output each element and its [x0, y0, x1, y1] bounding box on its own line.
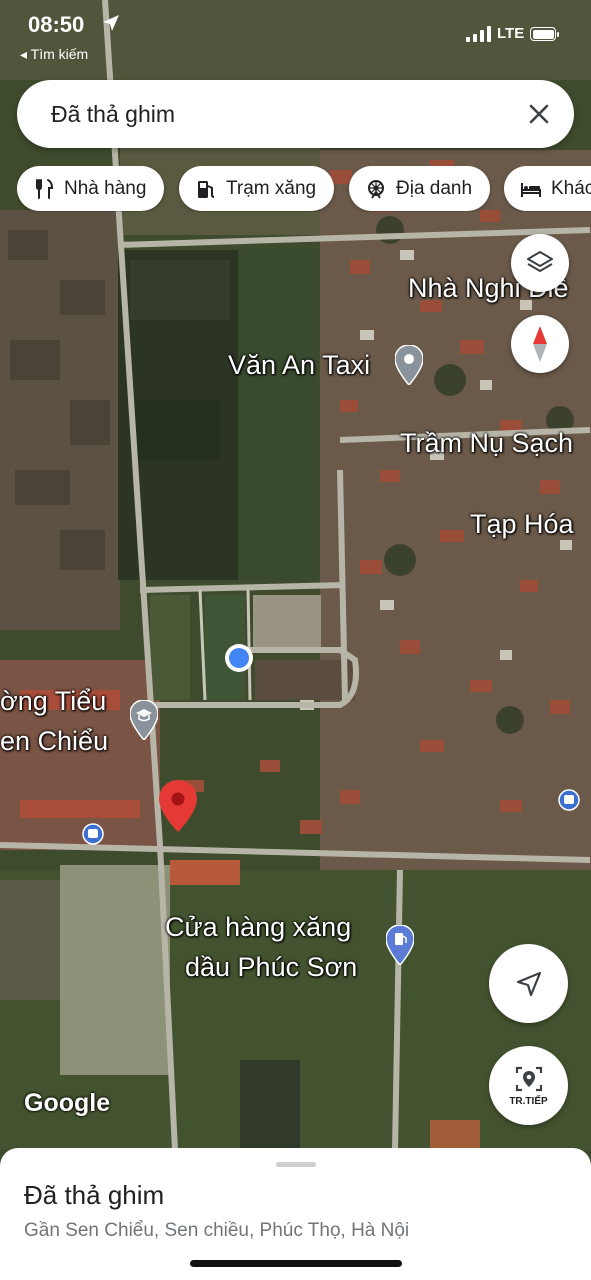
battery-icon: [530, 27, 559, 41]
google-logo: Google: [24, 1089, 111, 1117]
compass-button[interactable]: [511, 315, 569, 373]
cellular-signal-icon: [466, 26, 491, 42]
home-indicator[interactable]: [190, 1260, 402, 1267]
landmark-icon: [368, 179, 384, 199]
place-title: Đã thả ghim: [24, 1180, 165, 1210]
search-input[interactable]: Đã thả ghim: [51, 101, 175, 128]
chip-label: Khác: [551, 177, 591, 199]
location-arrow-icon: [103, 15, 119, 31]
taxi-poi-pin-icon[interactable]: [394, 344, 424, 390]
compass-icon: [533, 326, 547, 362]
map-label-truong-tieu-line1[interactable]: ờng Tiểu: [0, 686, 106, 717]
close-icon[interactable]: [524, 99, 554, 129]
live-view-button[interactable]: TR.TIẾP: [489, 1046, 568, 1125]
restaurant-icon: [36, 178, 54, 199]
category-chips: Nhà hàng Trạm xăng Địa danh Khác: [17, 166, 591, 212]
chip-label: Địa danh: [396, 177, 473, 199]
directions-button[interactable]: [489, 944, 568, 1023]
place-address: Gần Sen Chiểu, Sen chiều, Phúc Thọ, Hà N…: [24, 1220, 410, 1241]
chip-label: Nhà hàng: [64, 177, 147, 199]
layers-button[interactable]: [511, 234, 569, 292]
bus-stop-icon[interactable]: [558, 789, 580, 816]
bed-icon: [521, 182, 541, 197]
network-type: LTE: [497, 25, 525, 42]
map-label-cua-hang-line2[interactable]: dầu Phúc Sơn: [185, 952, 357, 983]
map-label-van-an-taxi[interactable]: Văn An Taxi: [228, 350, 370, 381]
back-to-app-link[interactable]: ◂ Tìm kiếm: [20, 46, 88, 63]
search-box[interactable]: Đã thả ghim: [17, 80, 574, 148]
live-view-label: TR.TIẾP: [509, 1096, 548, 1107]
live-view-icon: [515, 1066, 542, 1092]
status-bar: 08:50 ◂ Tìm kiếm LTE: [0, 0, 591, 70]
chip-label: Trạm xăng: [226, 177, 317, 199]
navigation-arrow-icon: [516, 971, 541, 996]
school-poi-pin-icon[interactable]: [129, 699, 159, 745]
map-label-tap-hoa[interactable]: Tạp Hóa: [470, 509, 574, 540]
map-label-cua-hang-line1[interactable]: Cửa hàng xăng: [165, 912, 351, 943]
layers-icon: [527, 251, 553, 272]
chip-landmarks[interactable]: Địa danh: [349, 166, 491, 211]
chip-gas-stations[interactable]: Trạm xăng: [179, 166, 335, 211]
bus-stop-icon[interactable]: [82, 823, 104, 850]
current-location-dot-icon[interactable]: [224, 643, 254, 678]
chip-restaurants[interactable]: Nhà hàng: [17, 166, 165, 211]
chip-more[interactable]: Khác: [504, 166, 591, 211]
sheet-drag-handle[interactable]: [276, 1162, 316, 1167]
gas-station-poi-pin-icon[interactable]: [385, 924, 415, 970]
map-label-tram-nu[interactable]: Trầm Nụ Sạch: [400, 428, 573, 459]
dropped-pin-icon[interactable]: [159, 780, 197, 837]
status-time: 08:50: [28, 12, 85, 37]
gas-station-icon: [198, 180, 215, 198]
map-label-truong-tieu-line2[interactable]: en Chiểu: [0, 726, 108, 757]
